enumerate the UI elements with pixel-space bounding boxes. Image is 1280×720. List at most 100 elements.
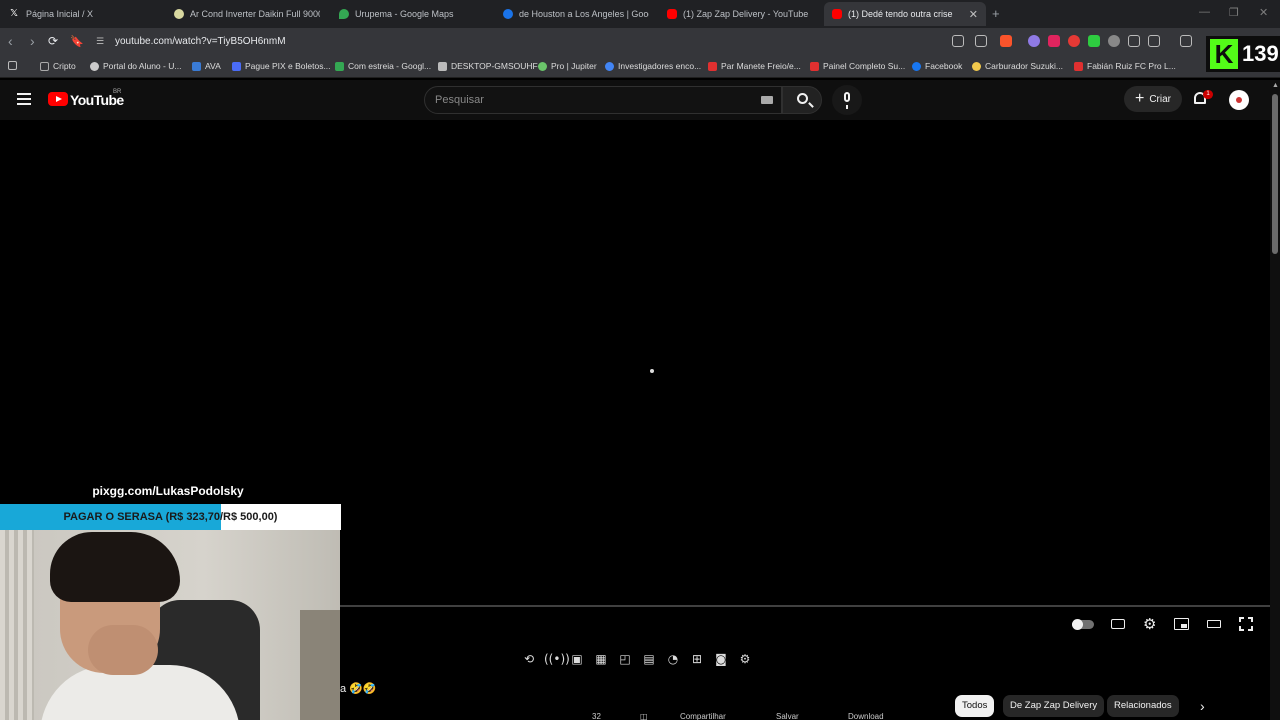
bookmarks-bar: Cripto Portal do Aluno - U... AVA Pague … [0, 56, 1280, 78]
settings-gear-icon[interactable]: ⚙ [736, 652, 754, 666]
youtube-icon [832, 9, 842, 19]
bookmark-item[interactable]: Portal do Aluno - U... [90, 61, 181, 71]
back-icon[interactable]: ‹ [8, 33, 13, 49]
menu-icon[interactable] [17, 93, 31, 105]
page-scrollbar[interactable] [1270, 80, 1280, 720]
subtitles-icon[interactable] [1111, 619, 1125, 629]
save-button[interactable]: Salvar [776, 712, 799, 720]
add-icon[interactable]: ⊞ [688, 652, 706, 666]
bookmark-item[interactable]: Pro | Jupiter [538, 61, 597, 71]
like-count[interactable]: 32 [592, 712, 601, 720]
new-tab-button[interactable]: + [992, 6, 1000, 21]
extension-icon[interactable] [1048, 35, 1060, 47]
tab-dede-youtube-active[interactable]: (1) Dedé tendo outra crise de ri ✕ [824, 2, 986, 26]
ava-icon [192, 61, 201, 71]
google-icon [605, 61, 614, 71]
extension-icon[interactable] [1028, 35, 1040, 47]
video-progress-bar[interactable] [340, 605, 1270, 607]
create-button[interactable]: + Criar [1124, 86, 1182, 112]
chip-channel[interactable]: De Zap Zap Delivery [1003, 695, 1105, 717]
miniplayer-icon[interactable] [1174, 618, 1189, 630]
bookmark-item[interactable]: Par Manete Freio/e... [708, 61, 801, 71]
voice-search-button[interactable] [832, 85, 862, 115]
share-icon[interactable] [975, 35, 987, 47]
tab-title: Ar Cond Inverter Daikin Full 9000 Bt [190, 9, 320, 19]
share-button[interactable]: Compartilhar [680, 712, 726, 720]
bookmark-item[interactable]: Fabián Ruiz FC Pro L... [1074, 61, 1176, 71]
bookmark-icon[interactable]: 🔖 [70, 35, 84, 48]
speed-icon[interactable]: ◔ [664, 652, 682, 666]
chip-todos[interactable]: Todos [955, 695, 995, 717]
video-extension-toolbar: ⟲ ((•)) ▣ ▦ ◰ ▤ ◔ ⊞ ◙ ⚙ [514, 648, 758, 670]
x-icon: 𝕏 [10, 8, 19, 19]
bookmark-item[interactable]: Painel Completo Su... [810, 61, 905, 71]
puzzle-icon[interactable] [1128, 35, 1140, 47]
bookmark-item[interactable]: Carburador Suzuki... [972, 61, 1063, 71]
tab-google-flights[interactable]: de Houston a Los Angeles | Google V [503, 4, 649, 24]
dislike-icon[interactable]: ◫ [640, 712, 648, 720]
bookmark-item[interactable]: Pague PIX e Boletos... [232, 61, 331, 71]
window-close-icon[interactable]: ✕ [1259, 6, 1268, 19]
site-settings-icon[interactable]: ☰ [96, 36, 104, 47]
extension-icon[interactable] [1088, 35, 1100, 47]
kick-viewer-overlay: K 139 [1206, 36, 1280, 72]
globe-icon [90, 61, 99, 71]
donation-goal-bar: PAGAR O SERASA (R$ 323,70/R$ 500,00) [0, 504, 341, 530]
bookmark-item[interactable]: Facebook [912, 61, 962, 71]
audio-icon[interactable]: ((•)) [544, 652, 570, 666]
loop-icon[interactable]: ⟲ [520, 652, 538, 666]
microphone-icon [844, 92, 850, 109]
view-icon[interactable]: ▣ [568, 652, 586, 666]
bookmark-item[interactable]: Investigadores enco... [605, 61, 701, 71]
extension-icon[interactable] [1148, 35, 1160, 47]
keyboard-icon[interactable] [761, 96, 773, 104]
cinema-icon[interactable]: ▤ [640, 652, 658, 666]
avatar[interactable] [1229, 90, 1249, 110]
autoplay-toggle[interactable] [1072, 619, 1094, 630]
notification-badge: 1 [1203, 90, 1213, 99]
plus-icon: + [1134, 90, 1145, 107]
film-icon[interactable]: ▦ [592, 652, 610, 666]
close-tab-icon[interactable]: ✕ [969, 8, 978, 21]
search-input[interactable] [435, 87, 745, 113]
loading-spinner [650, 369, 654, 373]
tab-x-home[interactable]: 𝕏 Página Inicial / X [10, 4, 160, 24]
chips-next-arrow-icon[interactable]: › [1200, 698, 1205, 714]
tab-google-maps[interactable]: Urupema - Google Maps [339, 4, 489, 24]
extension-icon[interactable] [1068, 35, 1080, 47]
scroll-up-arrow-icon[interactable]: ▲ [1272, 82, 1279, 89]
chip-related[interactable]: Relacionados [1107, 695, 1179, 717]
fullscreen-icon[interactable] [1238, 616, 1256, 634]
url-field[interactable]: youtube.com/watch?v=TiyB5OH6nmM [115, 36, 286, 47]
settings-gear-icon[interactable]: ⚙ [1143, 617, 1156, 632]
bookmark-item[interactable]: DESKTOP-GMSOUHF [438, 61, 538, 71]
maximize-icon[interactable]: ❐ [1229, 6, 1239, 19]
fc-icon [1074, 61, 1083, 71]
forward-icon[interactable]: › [30, 33, 35, 49]
screenshot-icon[interactable]: ◙ [712, 652, 730, 666]
sidebar-icon[interactable] [1180, 35, 1192, 47]
youtube-logo-icon[interactable] [48, 92, 68, 106]
scrollbar-thumb[interactable] [1272, 94, 1278, 254]
minimize-icon[interactable]: — [1199, 6, 1210, 18]
video-title-fragment: a 🤣🤣 [340, 683, 377, 695]
theater-mode-icon[interactable] [1207, 620, 1221, 628]
bookmark-item[interactable]: Cripto [40, 61, 76, 71]
picture-in-picture-icon[interactable]: ◰ [616, 652, 634, 666]
search-box [424, 86, 782, 114]
apps-grid-icon[interactable] [8, 61, 17, 70]
search-button[interactable] [782, 86, 822, 114]
google-drive-icon [335, 61, 344, 71]
shop-icon [972, 61, 981, 71]
tab-title: (1) Dedé tendo outra crise de ri [848, 9, 955, 19]
download-button[interactable]: Download [848, 712, 884, 720]
bookmark-item[interactable]: Com estreia - Googl... [335, 61, 431, 71]
cast-icon[interactable] [952, 35, 964, 47]
folder-icon [40, 61, 49, 71]
bookmark-item[interactable]: AVA [192, 61, 221, 71]
reload-icon[interactable]: ⟳ [48, 34, 58, 48]
brave-shield-icon[interactable] [1000, 35, 1012, 47]
tab-zap-zap-youtube[interactable]: (1) Zap Zap Delivery - YouTube [667, 4, 817, 24]
tab-daikin[interactable]: Ar Cond Inverter Daikin Full 9000 Bt [174, 4, 320, 24]
extension-icon[interactable] [1108, 35, 1120, 47]
